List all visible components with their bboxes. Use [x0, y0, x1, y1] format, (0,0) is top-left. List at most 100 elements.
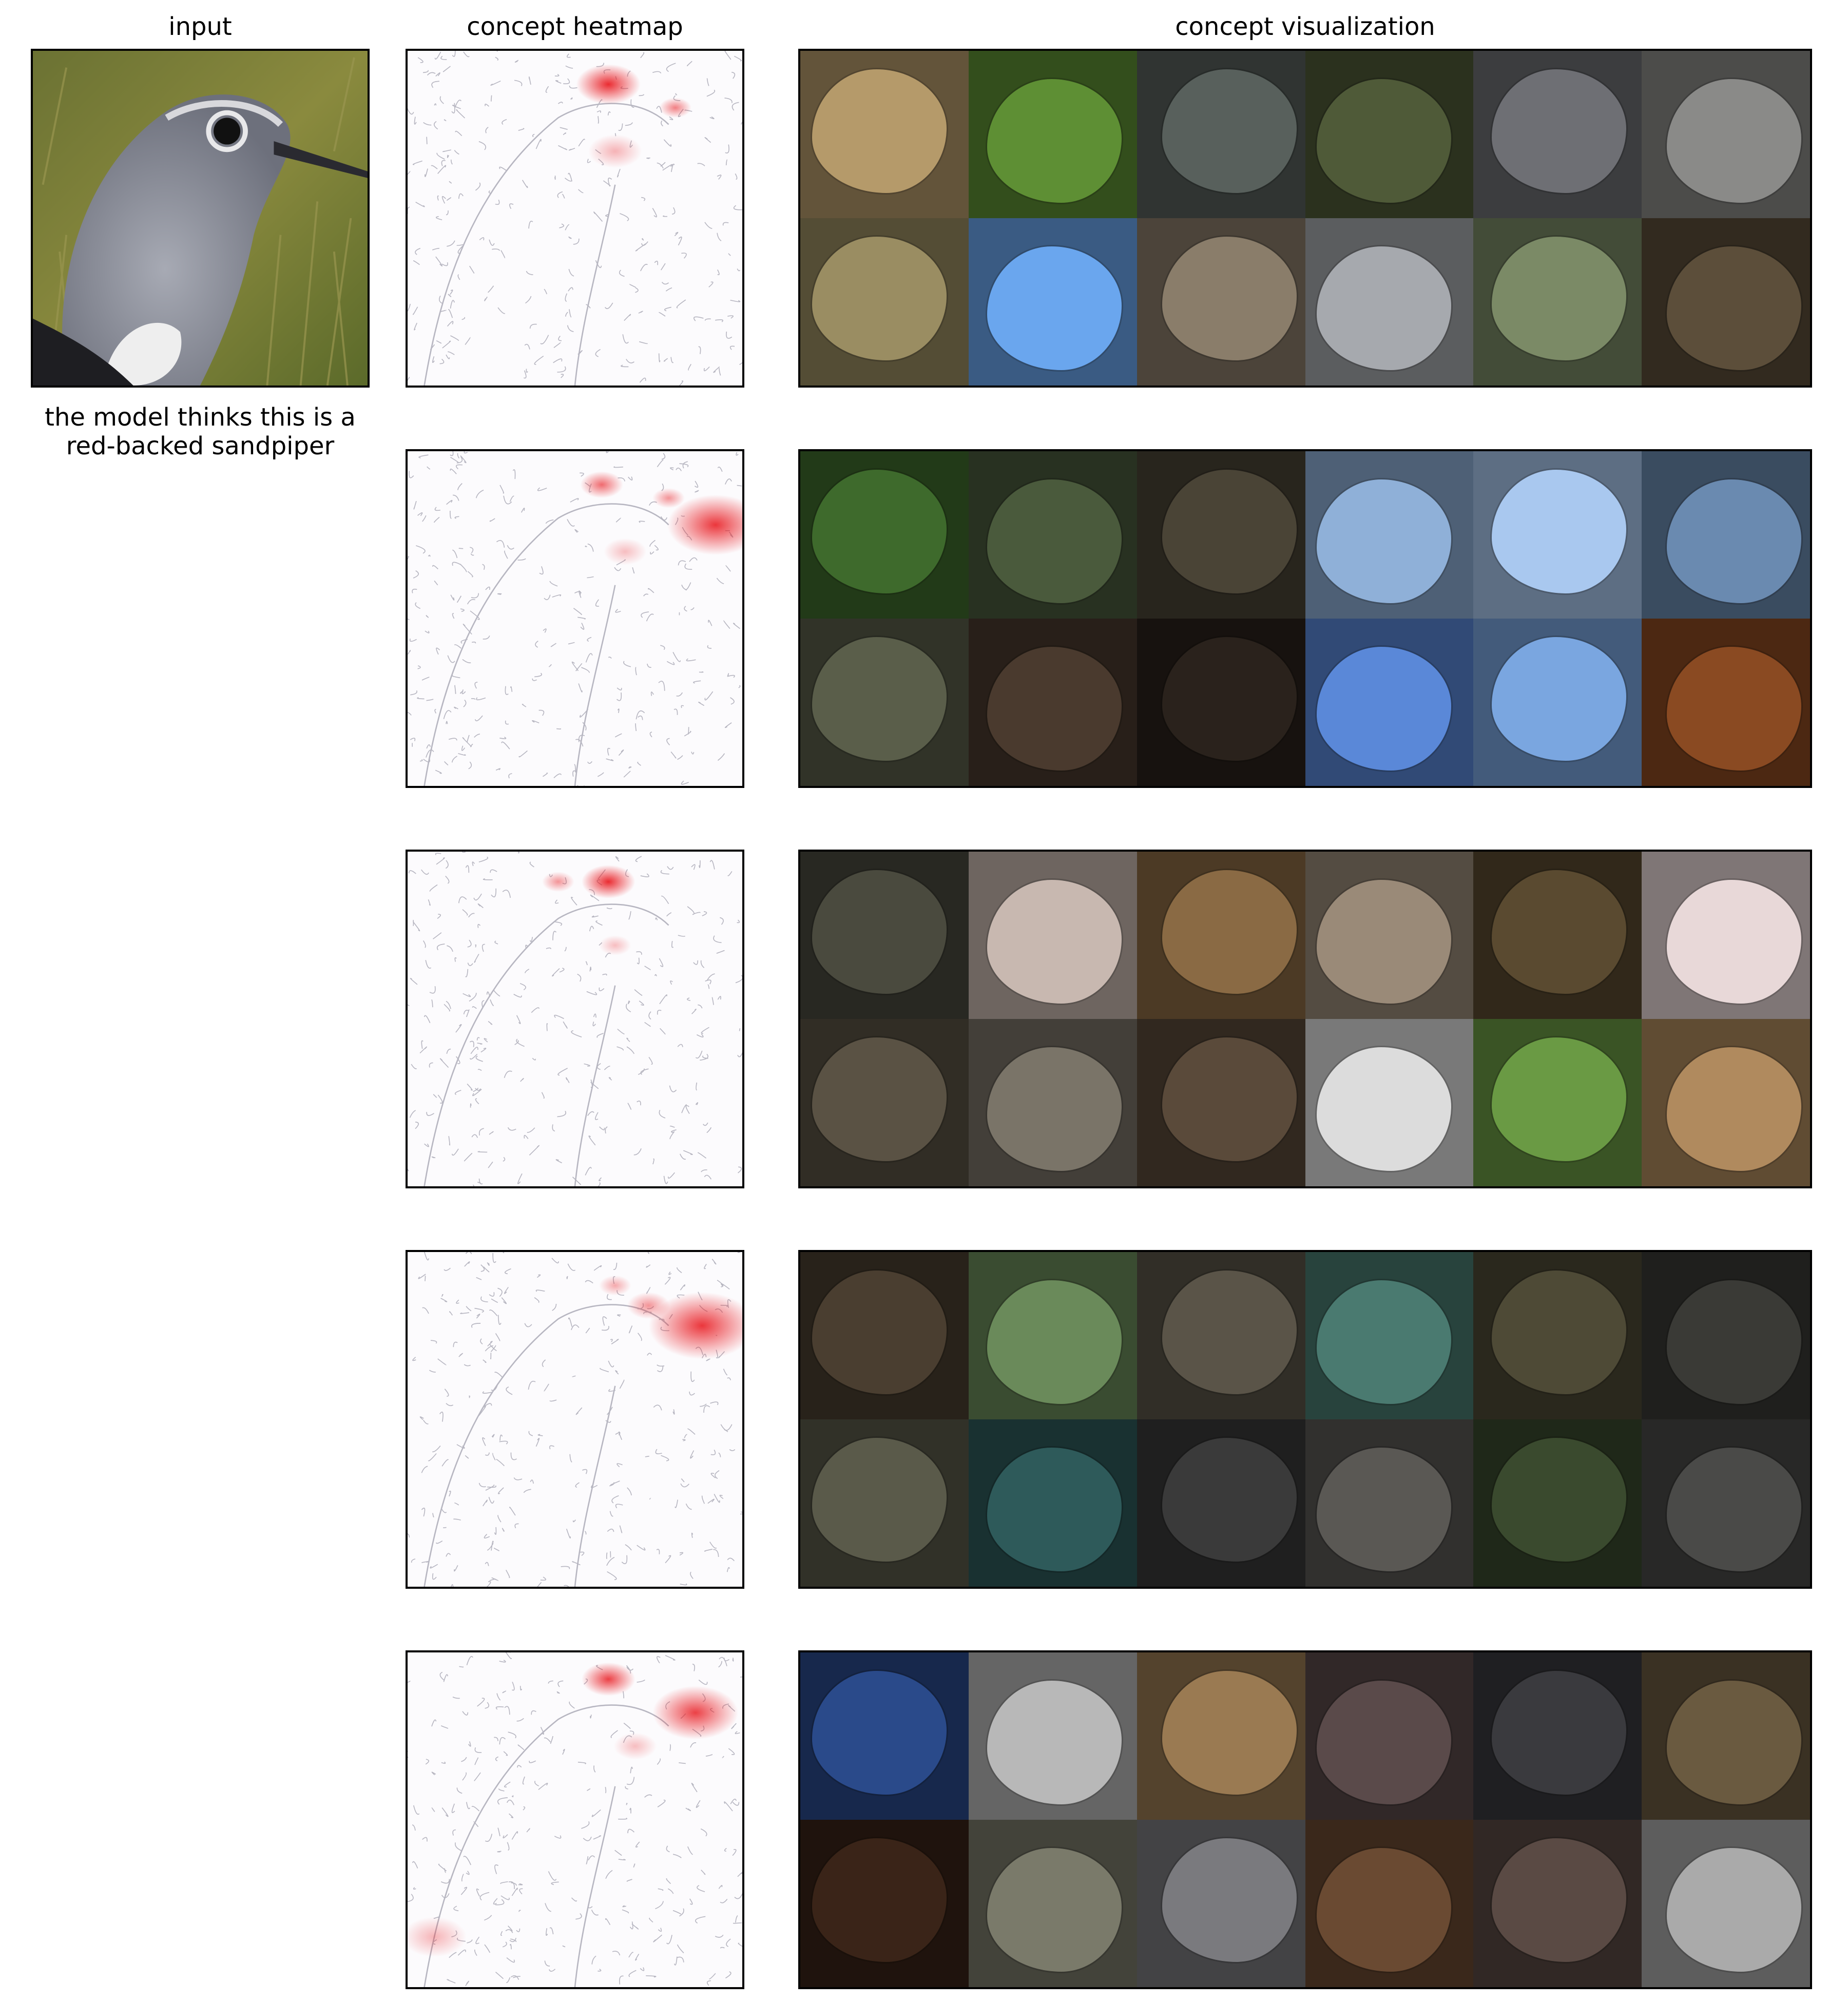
concept-region-highlight — [1490, 1669, 1628, 1796]
concept-region-highlight — [985, 1846, 1123, 1974]
concept-region-highlight — [1490, 67, 1628, 195]
concept-region-highlight — [1315, 1679, 1453, 1806]
heatmap-svg — [408, 852, 742, 1186]
concept-heatmap — [406, 1650, 744, 1989]
concept-example-tile — [1137, 1419, 1305, 1587]
concept-example-tile — [1473, 51, 1642, 218]
concept-example-tile — [1137, 451, 1305, 619]
concept-example-tile — [1473, 852, 1642, 1019]
concept-example-tile — [1642, 852, 1810, 1019]
heatmap-header: concept heatmap — [467, 12, 683, 41]
visualization-header: concept visualization — [1175, 12, 1435, 41]
heatmap-svg — [408, 1252, 742, 1587]
concept-region-highlight — [985, 878, 1123, 1006]
concept-region-highlight — [1160, 1436, 1298, 1563]
concept-region-highlight — [1665, 478, 1803, 605]
heat-spot — [599, 935, 631, 956]
concept-region-highlight — [1160, 67, 1298, 195]
concept-example-tile — [1305, 1252, 1474, 1419]
concept-example-tile — [1305, 1820, 1474, 1987]
concept-region-highlight — [985, 1279, 1123, 1406]
concept-example-tile — [1642, 1019, 1810, 1186]
concept-example-tile — [1137, 1820, 1305, 1987]
concept-example-tile — [1642, 451, 1810, 619]
concept-region-highlight — [1665, 245, 1803, 372]
concept-example-tile — [1305, 218, 1474, 386]
concept-example-tile — [1473, 619, 1642, 786]
concept-example-tile — [1137, 51, 1305, 218]
input-header: input — [168, 12, 232, 41]
concept-example-tile — [1642, 51, 1810, 218]
caption-line-1: the model thinks this is a — [45, 403, 356, 432]
caption-line-2: red-backed sandpiper — [66, 432, 335, 460]
concept-heatmap — [406, 850, 744, 1188]
concept-example-tile — [800, 1019, 969, 1186]
concept-region-highlight — [810, 67, 948, 195]
concept-region-highlight — [810, 1268, 948, 1396]
concept-heatmap — [406, 449, 744, 788]
heat-spot — [542, 872, 574, 892]
concept-region-highlight — [1160, 635, 1298, 762]
heatmap-svg — [408, 51, 742, 386]
concept-region-highlight — [810, 868, 948, 995]
heat-spot — [576, 64, 641, 105]
concept-region-highlight — [985, 1446, 1123, 1573]
concept-example-tile — [1137, 1019, 1305, 1186]
concept-example-tile — [1642, 619, 1810, 786]
concept-example-tile — [800, 1252, 969, 1419]
concept-region-highlight — [985, 478, 1123, 605]
prediction-caption: the model thinks this is a red-backed sa… — [10, 403, 390, 460]
input-image — [31, 49, 370, 388]
heat-spot — [652, 1686, 739, 1740]
concept-region-highlight — [1315, 1846, 1453, 1974]
concept-example-tile — [1305, 1652, 1474, 1820]
heatmap-svg — [408, 1652, 742, 1987]
concept-region-highlight — [1160, 1836, 1298, 1964]
concept-region-highlight — [810, 1035, 948, 1163]
concept-example-tile — [800, 218, 969, 386]
heat-spot — [627, 1292, 670, 1319]
concept-region-highlight — [1315, 78, 1453, 205]
concept-example-tile — [1473, 1652, 1642, 1820]
heat-spot — [659, 98, 691, 118]
concept-example-tile — [1137, 619, 1305, 786]
concept-region-highlight — [810, 635, 948, 762]
concept-example-tile — [968, 619, 1137, 786]
concept-example-tile — [968, 1019, 1137, 1186]
concept-example-tile — [1473, 1252, 1642, 1419]
concept-region-highlight — [1490, 868, 1628, 995]
concept-example-tile — [1473, 1019, 1642, 1186]
concept-region-highlight — [1490, 1436, 1628, 1563]
heat-spot — [588, 134, 642, 168]
concept-example-tile — [1642, 1419, 1810, 1587]
concept-region-highlight — [810, 468, 948, 595]
concept-visualization-grid — [798, 1250, 1812, 1589]
concept-visualization-grid — [798, 850, 1812, 1188]
concept-example-tile — [1305, 852, 1474, 1019]
concept-region-highlight — [1160, 1669, 1298, 1796]
concept-example-tile — [1305, 1019, 1474, 1186]
heat-spot — [580, 471, 623, 498]
concept-region-highlight — [810, 1836, 948, 1964]
concept-example-tile — [1473, 451, 1642, 619]
concept-heatmap — [406, 1250, 744, 1589]
concept-example-tile — [968, 51, 1137, 218]
concept-region-highlight — [810, 1436, 948, 1563]
concept-region-highlight — [1665, 645, 1803, 773]
concept-example-tile — [800, 1419, 969, 1587]
concept-region-highlight — [985, 645, 1123, 773]
concept-example-tile — [1473, 218, 1642, 386]
concept-example-tile — [1642, 218, 1810, 386]
concept-region-highlight — [1665, 1446, 1803, 1573]
concept-region-highlight — [1315, 245, 1453, 372]
concept-region-highlight — [985, 1679, 1123, 1806]
concept-example-tile — [800, 451, 969, 619]
concept-example-tile — [968, 852, 1137, 1019]
concept-region-highlight — [1665, 1679, 1803, 1806]
concept-region-highlight — [1315, 1446, 1453, 1573]
concept-region-highlight — [1490, 635, 1628, 762]
concept-example-tile — [1305, 51, 1474, 218]
concept-region-highlight — [1490, 468, 1628, 595]
concept-region-highlight — [1490, 1268, 1628, 1396]
concept-region-highlight — [985, 245, 1123, 372]
